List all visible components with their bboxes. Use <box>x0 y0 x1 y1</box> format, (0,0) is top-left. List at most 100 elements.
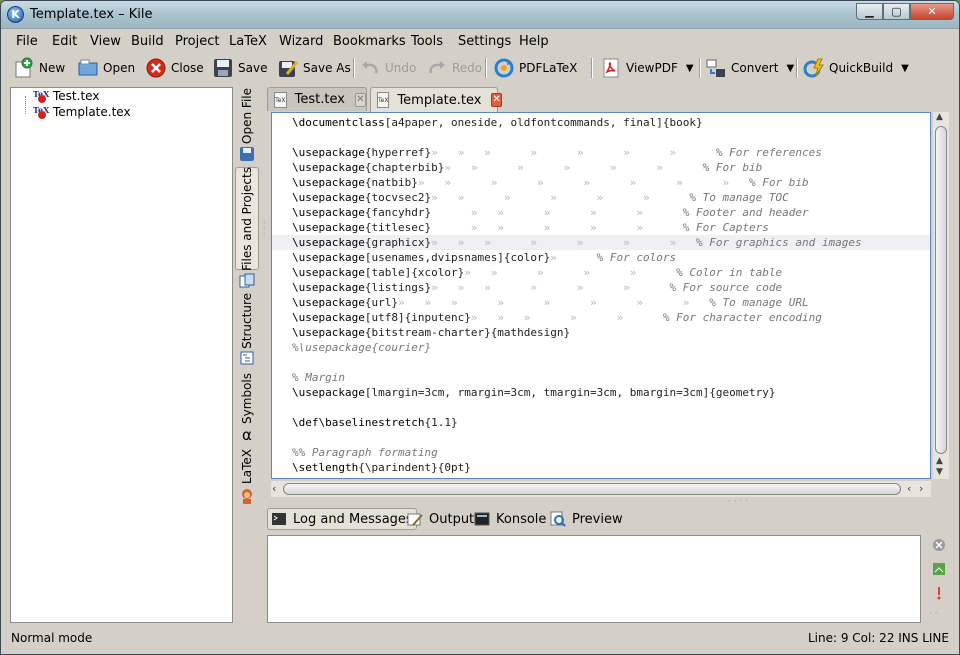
code-line[interactable]: \usepackage{titlesec} » » » » » % For Ca… <box>292 220 930 235</box>
save-button[interactable]: Save <box>212 55 267 81</box>
kile-app-icon[interactable]: K <box>7 6 24 23</box>
quickbuild-button[interactable]: QuickBuild ▼ <box>803 55 909 81</box>
new-button[interactable]: New <box>13 55 65 81</box>
vertical-scroll-thumb[interactable] <box>935 126 947 454</box>
code-line[interactable] <box>292 430 930 445</box>
close-tab-icon[interactable]: ✕ <box>354 92 366 107</box>
convert-button[interactable]: Convert ▼ <box>705 55 794 81</box>
tab-test-tex[interactable]: TeX Test.tex ✕ <box>267 87 367 111</box>
save-as-button[interactable]: Save As <box>277 55 351 81</box>
code-line[interactable]: \usepackage{graphicx}» » » » » » » % For… <box>272 235 930 250</box>
menu-tools[interactable]: Tools <box>411 34 443 49</box>
horizontal-scroll-thumb[interactable] <box>283 483 901 495</box>
code-line[interactable]: \usepackage{tocvsec2}» » » » » » % To ma… <box>292 190 930 205</box>
latex-lion-icon[interactable] <box>239 488 255 504</box>
code-line[interactable]: \usepackage[table]{xcolor}» » » » » % Co… <box>292 265 930 280</box>
editor-vertical-scrollbar[interactable]: ▲ ▲ ▼ <box>933 112 949 479</box>
code-line[interactable] <box>292 400 930 415</box>
log-messages-panel[interactable] <box>267 535 921 623</box>
scroll-up-arrow-icon[interactable]: ▲ <box>936 456 943 466</box>
tab-konsole[interactable]: Konsole <box>474 508 546 530</box>
menu-file[interactable]: File <box>16 34 38 49</box>
code-line[interactable]: \usepackage{url}» » » » » » » » % To man… <box>292 295 930 310</box>
scroll-down-arrow-icon[interactable]: ▼ <box>936 467 943 477</box>
code-line[interactable]: %\usepackage{courier} <box>292 340 930 355</box>
code-line[interactable]: % Margin <box>292 370 930 385</box>
code-line[interactable]: \usepackage{natbib}» » » » » » » » % For… <box>292 175 930 190</box>
side-tab-files-and-projects[interactable]: Files and Projects <box>235 167 259 270</box>
tab-label: Preview <box>572 511 623 527</box>
code-line[interactable]: \usepackage[usenames,dvipsnames]{color}»… <box>292 250 930 265</box>
code-line[interactable]: \usepackage{fancyhdr} » » » » » % Footer… <box>292 205 930 220</box>
scroll-up-arrow-icon[interactable]: ▲ <box>936 112 943 122</box>
panel-resize-grip[interactable]: · · <box>929 609 938 619</box>
scroll-right-arrow-icon[interactable]: › <box>919 482 923 495</box>
viewpdf-button[interactable]: ViewPDF ▼ <box>600 55 694 81</box>
viewpdf-dropdown-arrow-icon[interactable]: ▼ <box>686 63 694 74</box>
alpha-icon[interactable]: α <box>239 426 255 444</box>
open-button[interactable]: Open <box>77 55 135 81</box>
pdflatex-button[interactable]: PDFLaTeX <box>493 55 577 81</box>
side-tab-latex[interactable]: LaTeX <box>235 445 259 487</box>
menu-bookmarks[interactable]: Bookmarks <box>333 34 406 49</box>
menu-latex[interactable]: LaTeX <box>229 34 267 49</box>
code-token: [usenames,dvipsnames]{color} <box>364 251 551 264</box>
side-tab-symbols[interactable]: Symbols <box>235 371 259 426</box>
tab-output[interactable]: Output <box>407 508 474 530</box>
side-tab-open-file[interactable]: Open File <box>235 87 259 145</box>
menu-wizard[interactable]: Wizard <box>279 34 323 49</box>
code-line[interactable]: \usepackage{bitstream-charter}{mathdesig… <box>292 325 930 340</box>
close-window-button[interactable]: ✕ <box>910 3 954 20</box>
quickbuild-label: QuickBuild <box>829 61 894 75</box>
close-button[interactable]: Close <box>145 55 204 81</box>
scroll-left-arrow-icon[interactable]: ‹ <box>907 482 911 495</box>
code-token: \usepackage <box>292 296 365 309</box>
title-bar[interactable]: K Template.tex – Kile ▁ ▢ ✕ <box>1 1 959 29</box>
structure-icon[interactable] <box>239 350 255 366</box>
code-line[interactable]: \documentclass[a4paper, oneside, oldfont… <box>292 115 930 130</box>
open-file-panel-icon[interactable] <box>239 146 255 162</box>
code-line[interactable]: %% Paragraph formating <box>292 445 930 460</box>
menu-view[interactable]: View <box>90 34 121 49</box>
code-line[interactable] <box>292 355 930 370</box>
maximize-button[interactable]: ▢ <box>883 3 910 20</box>
code-line[interactable]: \def\baselinestretch{1.1} <box>292 415 930 430</box>
code-line[interactable]: \usepackage{listings}» » » » » » % For s… <box>292 280 930 295</box>
scroll-left-arrow-icon[interactable]: ‹ <box>272 482 276 495</box>
tab-template-tex[interactable]: TeX Template.tex ✕ <box>370 87 502 112</box>
files-and-projects-icon[interactable] <box>239 273 255 289</box>
close-tab-icon[interactable]: ✕ <box>491 93 502 107</box>
menu-settings[interactable]: Settings <box>458 34 511 49</box>
menu-project[interactable]: Project <box>175 34 219 49</box>
splitter-grip[interactable]: · · · <box>258 221 268 235</box>
code-token: {\parskip}{1.5ex plus 0.5ex minus 0.2ex} <box>358 476 623 478</box>
code-line[interactable]: \usepackage{hyperref}» » » » » » » % For… <box>292 145 930 160</box>
next-error-icon[interactable] <box>931 561 947 577</box>
menu-edit[interactable]: Edit <box>52 34 77 49</box>
menu-build[interactable]: Build <box>131 34 164 49</box>
code-line[interactable]: \usepackage[lmargin=3cm, rmargin=3cm, tm… <box>292 385 930 400</box>
redo-button[interactable]: Redo <box>426 55 482 81</box>
file-item[interactable]: TeX Test.tex <box>33 88 99 104</box>
code-text-area[interactable]: \documentclass[a4paper, oneside, oldfont… <box>272 115 930 478</box>
code-line[interactable]: \setlength{\parskip}{1.5ex plus 0.5ex mi… <box>292 475 930 478</box>
side-tab-structure[interactable]: Structure <box>235 293 259 349</box>
code-line[interactable]: \usepackage[utf8]{inputenc}» » » » » % F… <box>292 310 930 325</box>
convert-dropdown-arrow-icon[interactable]: ▼ <box>786 63 794 74</box>
file-item[interactable]: TeX Template.tex <box>33 104 131 120</box>
editor-horizontal-scrollbar[interactable]: ‹ ‹ › <box>271 481 931 497</box>
tab-log-and-messages[interactable]: Log and Messages <box>267 508 417 530</box>
code-line[interactable]: \usepackage{chapterbib}» » » » » » % For… <box>292 160 930 175</box>
stop-process-icon[interactable] <box>931 585 947 601</box>
tab-preview[interactable]: Preview <box>550 508 623 530</box>
clear-log-icon[interactable] <box>931 537 947 553</box>
files-and-projects-panel[interactable]: TeX Test.tex TeX Template.tex <box>10 87 233 623</box>
code-editor[interactable]: \documentclass[a4paper, oneside, oldfont… <box>271 112 931 479</box>
menu-help[interactable]: Help <box>519 34 549 49</box>
quickbuild-dropdown-arrow-icon[interactable]: ▼ <box>901 63 909 74</box>
code-line[interactable] <box>292 130 930 145</box>
code-line[interactable]: \setlength{\parindent}{0pt} <box>292 460 930 475</box>
undo-button[interactable]: Undo <box>359 55 416 81</box>
minimize-button[interactable]: ▁ <box>856 3 883 20</box>
side-tab-label: Open File <box>240 88 254 144</box>
